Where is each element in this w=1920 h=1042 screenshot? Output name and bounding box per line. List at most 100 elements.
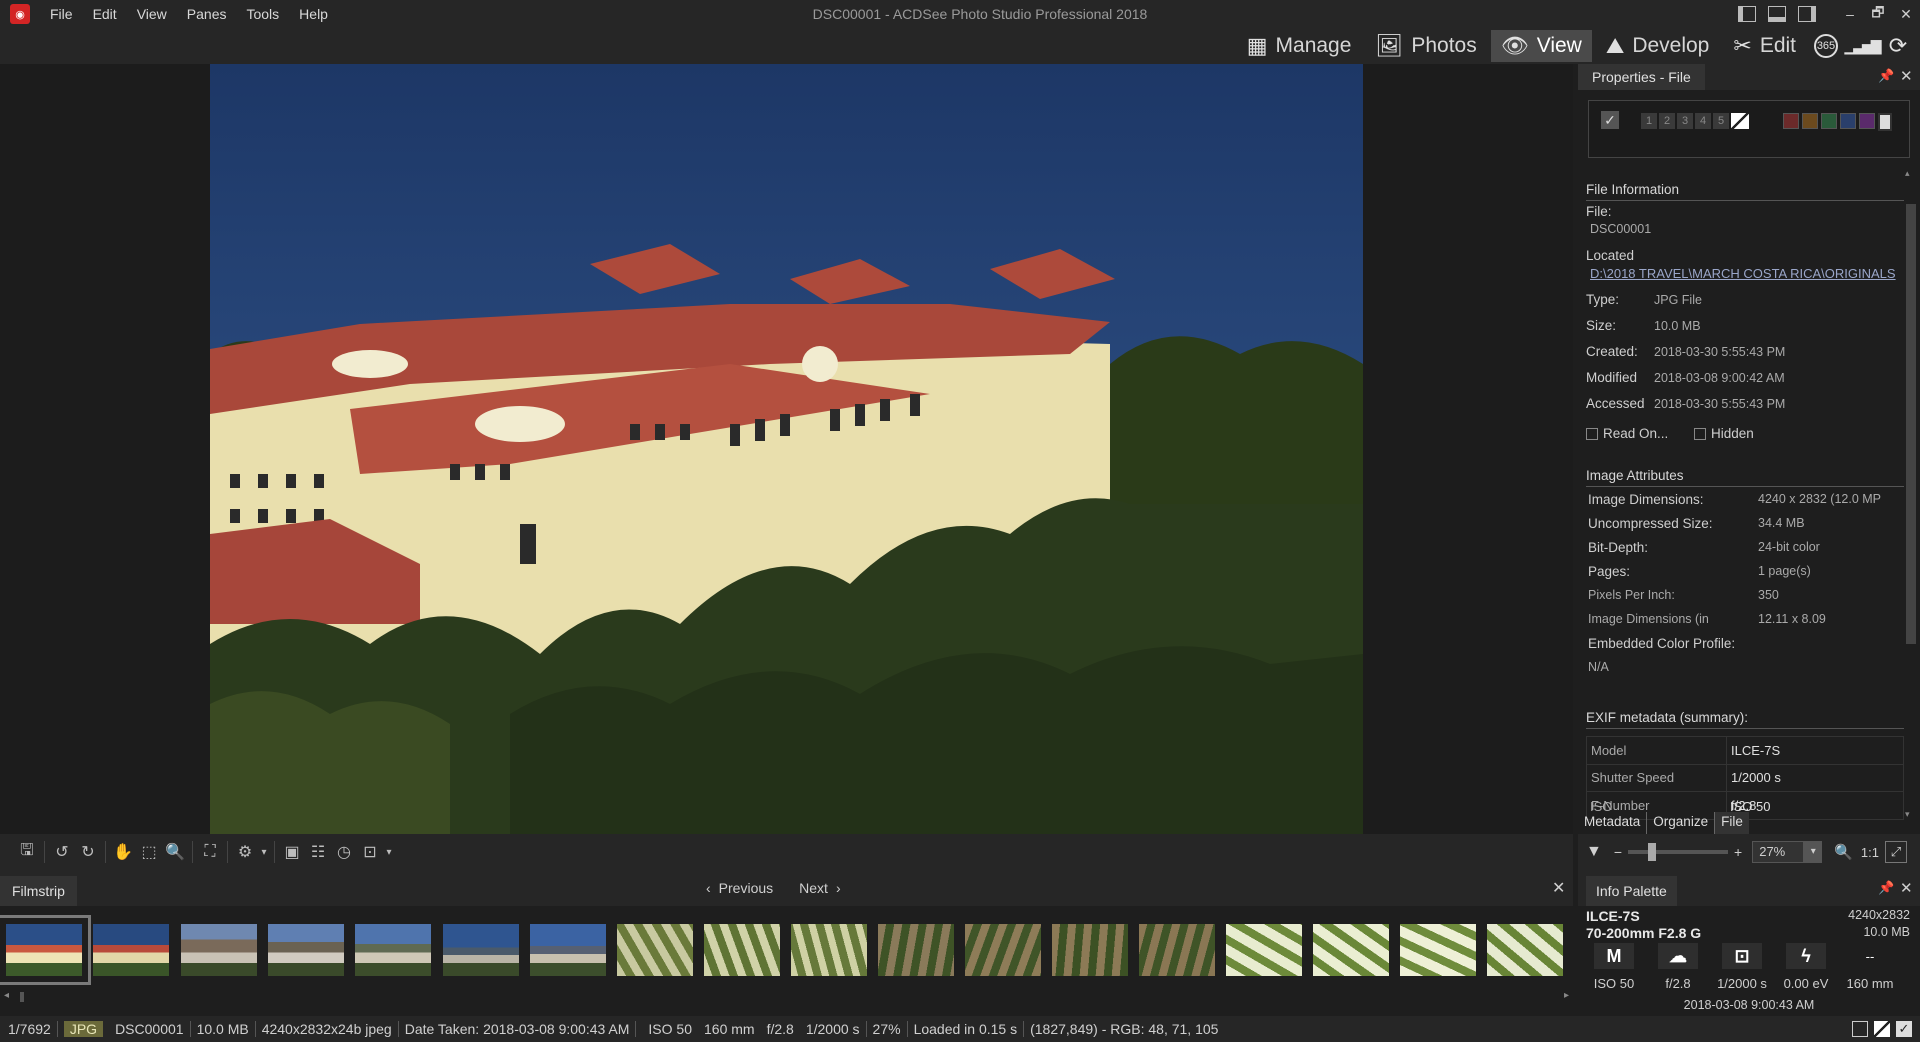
thumbnail[interactable] xyxy=(1487,924,1563,976)
next-button[interactable]: Next xyxy=(799,880,828,896)
thumbnail[interactable] xyxy=(791,924,867,976)
scrollbar-thumb[interactable] xyxy=(1906,204,1916,644)
365-icon[interactable]: 365 xyxy=(1810,30,1842,62)
hidden-checkbox[interactable]: Hidden xyxy=(1694,426,1754,441)
previous-button[interactable]: Previous xyxy=(719,880,773,896)
pin-icon[interactable]: 📌 xyxy=(1878,68,1894,84)
thumbnail[interactable] xyxy=(878,924,954,976)
layout-right-panel-icon[interactable] xyxy=(1798,6,1816,22)
tag-checkbox-icon[interactable]: ✓ xyxy=(1601,111,1619,129)
layout-bottom-panel-icon[interactable] xyxy=(1768,6,1786,22)
mode-photos[interactable]: 🖼 Photos xyxy=(1365,30,1486,62)
scroll-right-icon[interactable]: ▸ xyxy=(1564,990,1569,1001)
color-label-red[interactable] xyxy=(1783,113,1799,129)
rotate-left-icon[interactable]: ↺ xyxy=(49,839,75,865)
thumbnail[interactable] xyxy=(268,924,344,976)
located-path-link[interactable]: D:\2018 TRAVEL\MARCH COSTA RICA\ORIGINAL… xyxy=(1590,266,1902,281)
zoom-dropdown-icon[interactable]: ▾ xyxy=(1804,841,1823,863)
info-palette-tab[interactable]: Info Palette xyxy=(1586,876,1677,906)
navigator-chevron-icon[interactable]: ▼ xyxy=(1586,843,1602,861)
thumbnail[interactable] xyxy=(1226,924,1302,976)
properties-tab[interactable]: Properties - File xyxy=(1578,64,1705,90)
actual-size-button[interactable]: 1:1 xyxy=(1861,845,1879,860)
hand-tool-icon[interactable]: ✋ xyxy=(110,839,136,865)
thumbnail[interactable] xyxy=(1313,924,1389,976)
rating-1-button[interactable]: 1 xyxy=(1641,113,1657,129)
zoom-tool-icon[interactable]: 🔍 xyxy=(162,839,188,865)
dashboard-icon[interactable]: ▁▃▅▇ xyxy=(1844,30,1881,62)
layout-left-panel-icon[interactable] xyxy=(1738,6,1756,22)
file-info-section[interactable]: File Information xyxy=(1586,182,1904,201)
menu-tools[interactable]: Tools xyxy=(236,0,289,28)
mode-view[interactable]: 👁 View xyxy=(1490,30,1592,62)
close-icon[interactable]: ✕ xyxy=(1552,878,1565,898)
main-photo[interactable] xyxy=(210,64,1363,834)
filmstrip-scrollbar[interactable]: ◂ ▸ xyxy=(0,990,1573,1004)
zoom-search-icon[interactable]: 🔍 xyxy=(1834,843,1853,861)
select-tool-icon[interactable]: ⬚ xyxy=(136,839,162,865)
thumbnail[interactable] xyxy=(530,924,606,976)
close-icon[interactable]: ✕ xyxy=(1900,67,1913,85)
rating-4-button[interactable]: 4 xyxy=(1695,113,1711,129)
thumbnail[interactable] xyxy=(181,924,257,976)
rating-2-button[interactable]: 2 xyxy=(1659,113,1675,129)
thumbnail[interactable] xyxy=(355,924,431,976)
tab-organize[interactable]: Organize xyxy=(1647,812,1716,834)
next-chevron-icon[interactable]: › xyxy=(836,880,841,896)
color-label-green[interactable] xyxy=(1821,113,1837,129)
mode-edit[interactable]: ✂ Edit xyxy=(1723,30,1806,62)
scroll-left-icon[interactable]: ◂ xyxy=(4,990,9,1001)
tab-metadata[interactable]: Metadata xyxy=(1578,812,1648,834)
adjust-sliders-icon[interactable]: ☷ xyxy=(305,839,331,865)
clear-color-label-icon[interactable] xyxy=(1878,113,1892,131)
image-viewer[interactable] xyxy=(0,64,1573,834)
slider-handle[interactable] xyxy=(1648,843,1657,861)
readonly-checkbox[interactable]: Read On... xyxy=(1586,426,1668,441)
thumbnail[interactable] xyxy=(1400,924,1476,976)
thumbnail[interactable] xyxy=(1139,924,1215,976)
tab-file[interactable]: File xyxy=(1715,812,1749,834)
zoom-out-icon[interactable]: − xyxy=(1614,844,1622,860)
mode-manage[interactable]: ▦ Manage xyxy=(1237,30,1362,62)
menu-file[interactable]: File xyxy=(40,0,83,28)
fit-screen-icon[interactable]: ⛶ xyxy=(197,839,223,865)
thumbnail[interactable] xyxy=(617,924,693,976)
menu-panes[interactable]: Panes xyxy=(177,0,237,28)
rating-5-button[interactable]: 5 xyxy=(1713,113,1729,129)
thumbnail[interactable] xyxy=(704,924,780,976)
timer-icon[interactable]: ◷ xyxy=(331,839,357,865)
close-icon[interactable]: ✕ xyxy=(1900,879,1913,897)
menu-edit[interactable]: Edit xyxy=(83,0,127,28)
close-button[interactable]: ✕ xyxy=(1892,6,1920,23)
image-attributes-section[interactable]: Image Attributes xyxy=(1586,468,1904,487)
zoom-in-icon[interactable]: + xyxy=(1734,844,1742,860)
eye-refresh-icon[interactable]: ⟳ xyxy=(1882,30,1914,62)
image-info-icon[interactable]: ▣ xyxy=(279,839,305,865)
menu-help[interactable]: Help xyxy=(289,0,338,28)
face-detect-icon[interactable]: ⊡ xyxy=(357,839,383,865)
minimize-button[interactable]: – xyxy=(1836,6,1864,22)
save-icon[interactable]: 🖫 xyxy=(14,839,40,865)
zoom-field[interactable]: 27% xyxy=(1752,841,1805,863)
auto-lens-icon[interactable]: ⚙ xyxy=(232,839,258,865)
maximize-button[interactable]: 🗗 xyxy=(1864,2,1892,26)
exif-section[interactable]: EXIF metadata (summary): xyxy=(1586,710,1904,729)
previous-chevron-icon[interactable]: ‹ xyxy=(706,880,711,896)
scrollbar-thumb[interactable] xyxy=(20,992,24,1002)
thumbnail[interactable] xyxy=(965,924,1041,976)
zoom-slider[interactable] xyxy=(1628,843,1729,861)
color-label-purple[interactable] xyxy=(1859,113,1875,129)
checkbox-icon[interactable] xyxy=(1586,428,1598,441)
pin-icon[interactable]: 📌 xyxy=(1878,880,1894,896)
app-camera-icon[interactable]: ◉ xyxy=(10,4,30,24)
rotate-right-icon[interactable]: ↻ xyxy=(75,839,101,865)
scroll-up-icon[interactable]: ▴ xyxy=(1905,168,1910,179)
mode-develop[interactable]: ⛰ Develop xyxy=(1596,30,1720,62)
color-label-blue[interactable] xyxy=(1840,113,1856,129)
thumbnail[interactable] xyxy=(1052,924,1128,976)
filmstrip-tab[interactable]: Filmstrip xyxy=(0,876,77,906)
dropdown-chevron-icon[interactable]: ▾ xyxy=(258,839,270,865)
menu-view[interactable]: View xyxy=(127,0,177,28)
rating-clear-icon[interactable] xyxy=(1874,1021,1890,1037)
tag-box-icon[interactable] xyxy=(1852,1021,1868,1037)
